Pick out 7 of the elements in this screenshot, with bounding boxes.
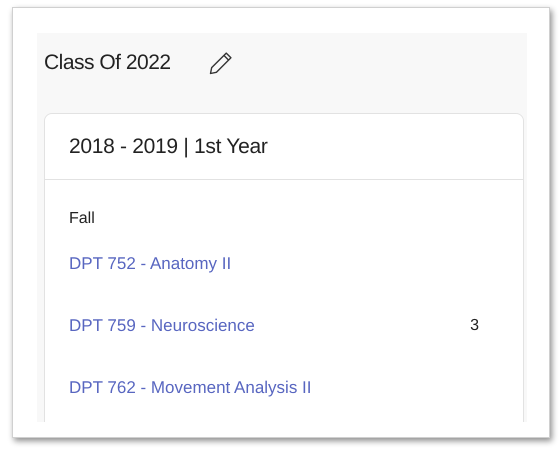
course-link[interactable]: DPT 752 - Anatomy II	[69, 251, 232, 277]
course-link[interactable]: DPT 762 - Movement Analysis II	[69, 375, 312, 401]
class-title: Class Of 2022	[44, 50, 171, 76]
credits-count: 3	[470, 316, 479, 336]
year-title: 2018 - 2019 | 1st Year	[69, 134, 268, 160]
course-link[interactable]: DPT 759 - Neuroscience	[69, 313, 255, 339]
term-heading: Fall	[69, 209, 96, 229]
